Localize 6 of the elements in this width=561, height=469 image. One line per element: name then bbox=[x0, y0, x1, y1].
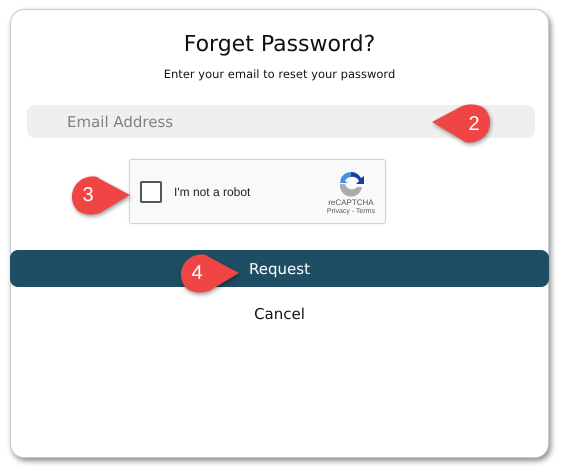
cancel-button[interactable]: Cancel bbox=[250, 301, 309, 327]
captcha-label: I'm not a robot bbox=[174, 184, 252, 198]
dialog-subtitle: Enter your email to reset your password bbox=[164, 67, 396, 81]
captcha-brand: reCAPTCHA bbox=[328, 198, 374, 206]
captcha-checkbox[interactable] bbox=[140, 180, 162, 202]
dialog-title: Forget Password? bbox=[184, 32, 376, 57]
